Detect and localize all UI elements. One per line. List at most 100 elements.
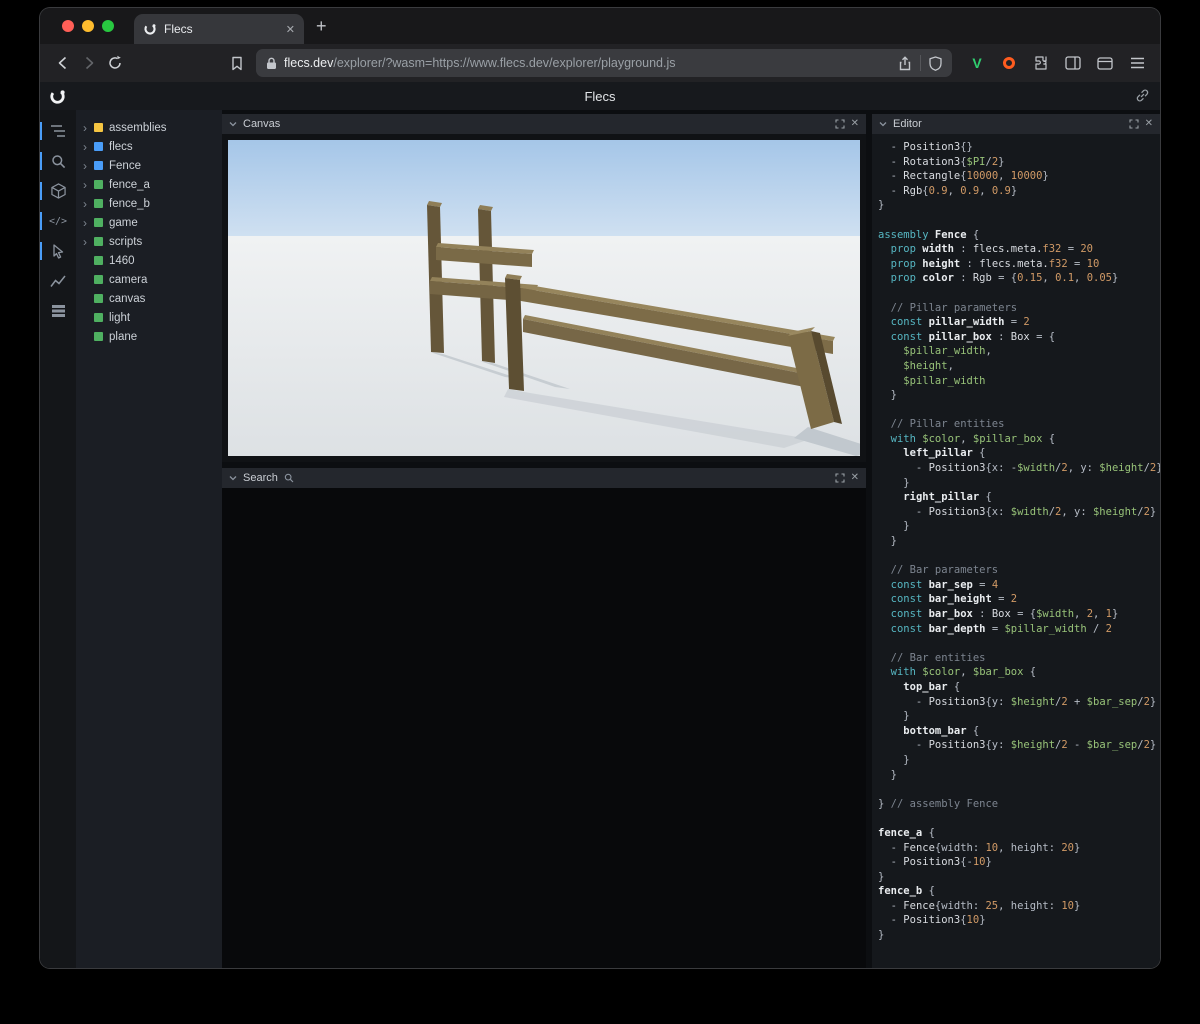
tree-item-scripts[interactable]: › scripts [76,232,222,251]
window-controls [62,20,114,32]
editor-panel-code-icon[interactable]: </> [40,208,76,234]
editor-code[interactable]: - Position3{} - Rotation3{$PI/2} - Recta… [872,134,1160,968]
entity-color-square [94,332,103,341]
tab-favicon-flecs-logo-icon [143,22,157,36]
entity-color-square [94,161,103,170]
extensions-puzzle-icon[interactable] [1028,50,1054,76]
entity-color-square [94,313,103,322]
canvas-panel: Canvas ✕ [222,114,866,462]
search-panel-icon[interactable] [40,148,76,174]
entity-tree: › assemblies › flecs › Fence › fence_a › fence_b ›… [76,110,222,968]
center-column: Canvas ✕ Search ✕ [222,110,866,968]
expand-panel-icon[interactable] [1129,119,1139,129]
extension-v-icon[interactable]: V [964,50,990,76]
menu-icon[interactable] [1124,50,1150,76]
address-bar[interactable]: flecs.dev/explorer/?wasm=https://www.fle… [256,49,952,77]
browser-toolbar: flecs.dev/explorer/?wasm=https://www.fle… [40,44,1160,82]
tree-item-flecs[interactable]: › flecs [76,137,222,156]
entity-color-square [94,275,103,284]
expand-arrow-icon[interactable]: › [83,122,93,134]
stats-chart-icon[interactable] [40,268,76,294]
share-link-icon[interactable] [1135,88,1150,103]
reload-button[interactable] [102,50,128,76]
tree-item-label: camera [109,273,148,286]
new-tab-button[interactable]: + [316,17,327,35]
entity-color-square [94,237,103,246]
expand-arrow-icon[interactable]: › [83,198,93,210]
chevron-down-icon[interactable] [879,120,887,128]
tree-item-game[interactable]: › game [76,213,222,232]
tree-item-plane[interactable]: plane [76,327,222,346]
browser-tab-flecs[interactable]: Flecs ✕ [134,14,304,44]
entity-color-square [94,142,103,151]
tree-item-light[interactable]: light [76,308,222,327]
entity-color-square [94,199,103,208]
share-icon[interactable] [898,55,912,71]
close-panel-icon[interactable]: ✕ [851,473,859,483]
tree-item-camera[interactable]: camera [76,270,222,289]
tree-item-label: 1460 [109,254,135,267]
expand-arrow-icon[interactable]: › [83,217,93,229]
tree-item-label: game [109,216,138,229]
inspector-cursor-icon[interactable] [40,238,76,264]
canvas-panel-header: Canvas ✕ [222,114,866,134]
bookmark-icon[interactable] [224,50,250,76]
tab-close-icon[interactable]: ✕ [286,23,295,36]
browser-window: Flecs ✕ + flecs.dev/explorer/?wasm=https… [40,8,1160,968]
search-results-area[interactable] [222,488,866,968]
tab-title: Flecs [164,22,193,36]
close-panel-icon[interactable]: ✕ [1145,119,1153,129]
entity-tree-panel-icon[interactable] [40,118,76,144]
toolbar-extension-area: V [964,50,1150,76]
tree-item-canvas[interactable]: canvas [76,289,222,308]
tree-item-label: plane [109,330,138,343]
tree-item-label: light [109,311,131,324]
chevron-down-icon[interactable] [229,474,237,482]
expand-panel-icon[interactable] [835,119,845,129]
expand-arrow-icon[interactable]: › [83,179,93,191]
editor-panel-title: Editor [893,118,922,130]
search-panel: Search ✕ [222,468,866,968]
tab-strip: Flecs ✕ + [40,8,1160,44]
tree-item-1460[interactable]: 1460 [76,251,222,270]
canvas-panel-title: Canvas [243,118,281,130]
expand-arrow-icon[interactable]: › [83,160,93,172]
sidebar-toggle-icon[interactable] [1060,50,1086,76]
tree-item-assemblies[interactable]: › assemblies [76,118,222,137]
wallet-icon[interactable] [1092,50,1118,76]
editor-panel-header: Editor ✕ [872,114,1160,134]
close-panel-icon[interactable]: ✕ [851,119,859,129]
tree-item-Fence[interactable]: › Fence [76,156,222,175]
canvas-panel-cube-icon[interactable] [40,178,76,204]
minimize-window-button[interactable] [82,20,94,32]
close-window-button[interactable] [62,20,74,32]
tree-item-fence_a[interactable]: › fence_a [76,175,222,194]
zoom-window-button[interactable] [102,20,114,32]
tree-item-label: fence_b [109,197,150,210]
expand-arrow-icon[interactable]: › [83,236,93,248]
divider [920,55,921,71]
brave-shield-icon[interactable] [929,55,942,71]
tree-item-label: flecs [109,140,133,153]
back-button[interactable] [50,50,76,76]
search-panel-title: Search [243,472,278,484]
expand-arrow-icon[interactable]: › [83,141,93,153]
extension-orange-icon[interactable] [996,50,1022,76]
app-body: </> › assemblies › flecs › Fence › fence_a › fenc… [40,110,1160,968]
memory-stats-icon[interactable] [40,298,76,324]
tree-item-label: canvas [109,292,146,305]
lock-icon [266,57,277,70]
entity-color-square [94,256,103,265]
tree-item-label: fence_a [109,178,150,191]
url-text: flecs.dev/explorer/?wasm=https://www.fle… [284,56,676,70]
chevron-down-icon[interactable] [229,120,237,128]
tree-item-label: Fence [109,159,141,172]
canvas-3d-viewport[interactable] [222,134,866,462]
app-header: Flecs [40,82,1160,110]
tree-item-fence_b[interactable]: › fence_b [76,194,222,213]
fence-3d-scene [228,140,860,456]
entity-color-square [94,180,103,189]
expand-panel-icon[interactable] [835,473,845,483]
forward-button[interactable] [76,50,102,76]
search-icon [284,473,294,483]
